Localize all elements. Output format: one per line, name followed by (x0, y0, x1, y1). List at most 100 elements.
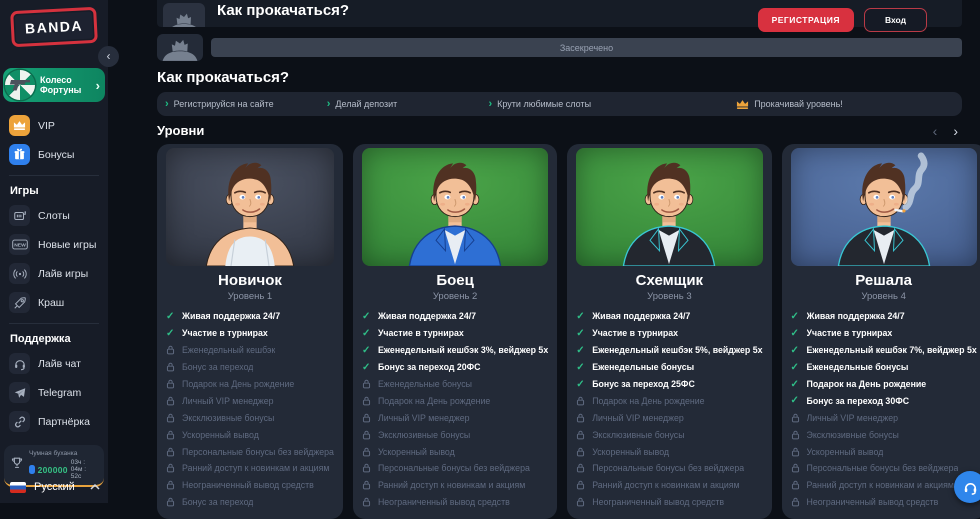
classified-row: Засекречено (157, 34, 962, 61)
promo-step: ›Делай депозит (327, 98, 489, 110)
feature-label: Живая поддержка 24/7 (182, 311, 280, 321)
check-icon: ✓ (791, 395, 801, 406)
feature-row: ✓Живая поддержка 24/7 (791, 308, 977, 325)
feature-row: ✓Еженедельный кешбэк 7%, вейджер 5x (791, 342, 977, 359)
login-button[interactable]: Вход (864, 8, 927, 32)
levels-title: Уровни (157, 123, 204, 138)
feature-label: Эксклюзивные бонусы (807, 430, 899, 440)
feature-row: ✓Участие в турнирах (791, 325, 977, 342)
feature-row: Подарок на День рождение (576, 392, 762, 409)
feature-row: ✓Живая поддержка 24/7 (576, 308, 762, 325)
check-icon: ✓ (791, 311, 801, 322)
feature-row: ✓ Участие в турнирах (166, 325, 334, 342)
wheel-of-fortune-label: Колесо Фортуны (35, 75, 96, 96)
coin-icon (29, 465, 35, 474)
svg-text:NEW: NEW (14, 243, 26, 249)
sidebar-nav-support: Лайв чат Telegram Партнёрка (0, 350, 108, 435)
games-section-title: Игры (0, 183, 108, 200)
feature-label: Личный VIP менеджер (182, 396, 274, 406)
lock-icon (576, 497, 586, 507)
lock-icon (166, 413, 176, 423)
feature-row: ✓Бонус за переход 20ФС (362, 359, 548, 376)
wheel-of-fortune-button[interactable]: Колесо Фортуны › (3, 68, 105, 102)
feature-row: Эксклюзивные бонусы (362, 426, 548, 443)
chevron-up-icon (90, 484, 100, 490)
feature-label: Ускоренный вывод (592, 447, 669, 457)
sidebar-item-slots[interactable]: Слоты (0, 202, 108, 229)
feature-label: Ускоренный вывод (378, 447, 455, 457)
feature-row: Персональные бонусы без вейджера (166, 443, 334, 460)
lock-icon (166, 345, 176, 355)
fortune-wheel-icon (5, 70, 35, 100)
live-chat-bubble[interactable] (954, 471, 980, 503)
brand-logo[interactable]: BANDA (10, 7, 98, 47)
feature-row: Персональные бонусы без вейджера (576, 460, 762, 477)
feature-row: Неограниченный вывод средств (791, 494, 977, 511)
feature-row: Бонус за переход (166, 494, 334, 511)
sidebar-item-crash[interactable]: Краш (0, 289, 108, 316)
language-selector[interactable]: Русский (10, 481, 100, 493)
sidebar-item-affiliate[interactable]: Партнёрка (0, 408, 108, 435)
level-card: Решала Уровень 4 ✓Живая поддержка 24/7✓У… (782, 144, 980, 519)
promo-step: ›Крути любимые слоты (488, 98, 650, 110)
silhouette-icon (165, 10, 203, 27)
feature-label: Ускоренный вывод (182, 430, 259, 440)
feature-label: Бонус за переход (182, 362, 253, 372)
how-to-level-up-section: Засекречено Как прокачаться? ›Регистриру… (157, 34, 962, 116)
feature-row: Личный VIP менеджер (791, 409, 977, 426)
lock-icon (791, 463, 801, 473)
check-icon: ✓ (791, 379, 801, 390)
sidebar-item-new-games[interactable]: NEW Новые игры (0, 231, 108, 258)
feature-label: Еженедельный кешбэк 5%, вейджер 5x (592, 345, 762, 355)
feature-row: Неограниченный вывод средств (576, 494, 762, 511)
promo-step-label: Делай депозит (335, 99, 397, 109)
feature-row: Персональные бонусы без вейджера (791, 460, 977, 477)
chevron-right-icon[interactable]: › (953, 124, 958, 138)
feature-row: Ускоренный вывод (576, 443, 762, 460)
feature-label: Бонус за переход 20ФС (378, 362, 481, 372)
sidebar-item-vip[interactable]: VIP (0, 112, 108, 139)
check-icon: ✓ (576, 328, 586, 339)
feature-label: Участие в турнирах (182, 328, 268, 338)
feature-row: Эксклюзивные бонусы (166, 409, 334, 426)
sidebar-item-label: Краш (38, 297, 64, 309)
headset-icon (962, 479, 979, 496)
feature-label: Живая поддержка 24/7 (592, 311, 690, 321)
sidebar-item-telegram[interactable]: Telegram (0, 379, 108, 406)
feature-row: Подарок на День рождение (166, 376, 334, 393)
sidebar-item-bonuses[interactable]: Бонусы (0, 141, 108, 168)
language-label: Русский (34, 481, 75, 493)
sidebar-collapse-button[interactable]: ‹ (98, 46, 119, 67)
sidebar-item-live-chat[interactable]: Лайв чат (0, 350, 108, 377)
feature-row: Еженедельный кешбэк (166, 342, 334, 359)
feature-label: Ранний доступ к новинкам и акциям (378, 480, 525, 490)
level-card: Боец Уровень 2 ✓Живая поддержка 24/7✓Уча… (353, 144, 557, 519)
check-icon: ✓ (166, 328, 176, 339)
feature-label: Неограниченный вывод средств (378, 497, 510, 507)
lock-icon (166, 379, 176, 389)
feature-row: Ускоренный вывод (166, 426, 334, 443)
level-subtitle: Уровень 1 (166, 291, 334, 302)
lock-icon (576, 463, 586, 473)
level-card-image (362, 148, 548, 266)
feature-label: Персональные бонусы без вейджера (592, 463, 744, 473)
russia-flag-icon (10, 482, 26, 493)
new-badge-icon: NEW (9, 234, 30, 255)
lock-icon (362, 413, 372, 423)
lock-icon (166, 447, 176, 457)
lock-icon (791, 413, 801, 423)
level-card: Новичок Уровень 1 ✓Живая поддержка 24/7✓… (157, 144, 343, 519)
telegram-icon (9, 382, 30, 403)
feature-row: ✓Еженедельные бонусы (791, 359, 977, 376)
sidebar-item-live-games[interactable]: Лайв игры (0, 260, 108, 287)
character-avatar (603, 152, 735, 266)
check-icon: ✓ (576, 362, 586, 373)
register-button[interactable]: РЕГИСТРАЦИЯ (758, 8, 854, 32)
lock-icon (166, 497, 176, 507)
check-icon: ✓ (791, 328, 801, 339)
level-subtitle: Уровень 4 (791, 291, 977, 302)
chevron-left-icon[interactable]: ‹ (933, 124, 938, 138)
feature-row: ✓Еженедельные бонусы (576, 359, 762, 376)
chevron-right-icon: › (96, 78, 100, 93)
lock-icon (576, 413, 586, 423)
